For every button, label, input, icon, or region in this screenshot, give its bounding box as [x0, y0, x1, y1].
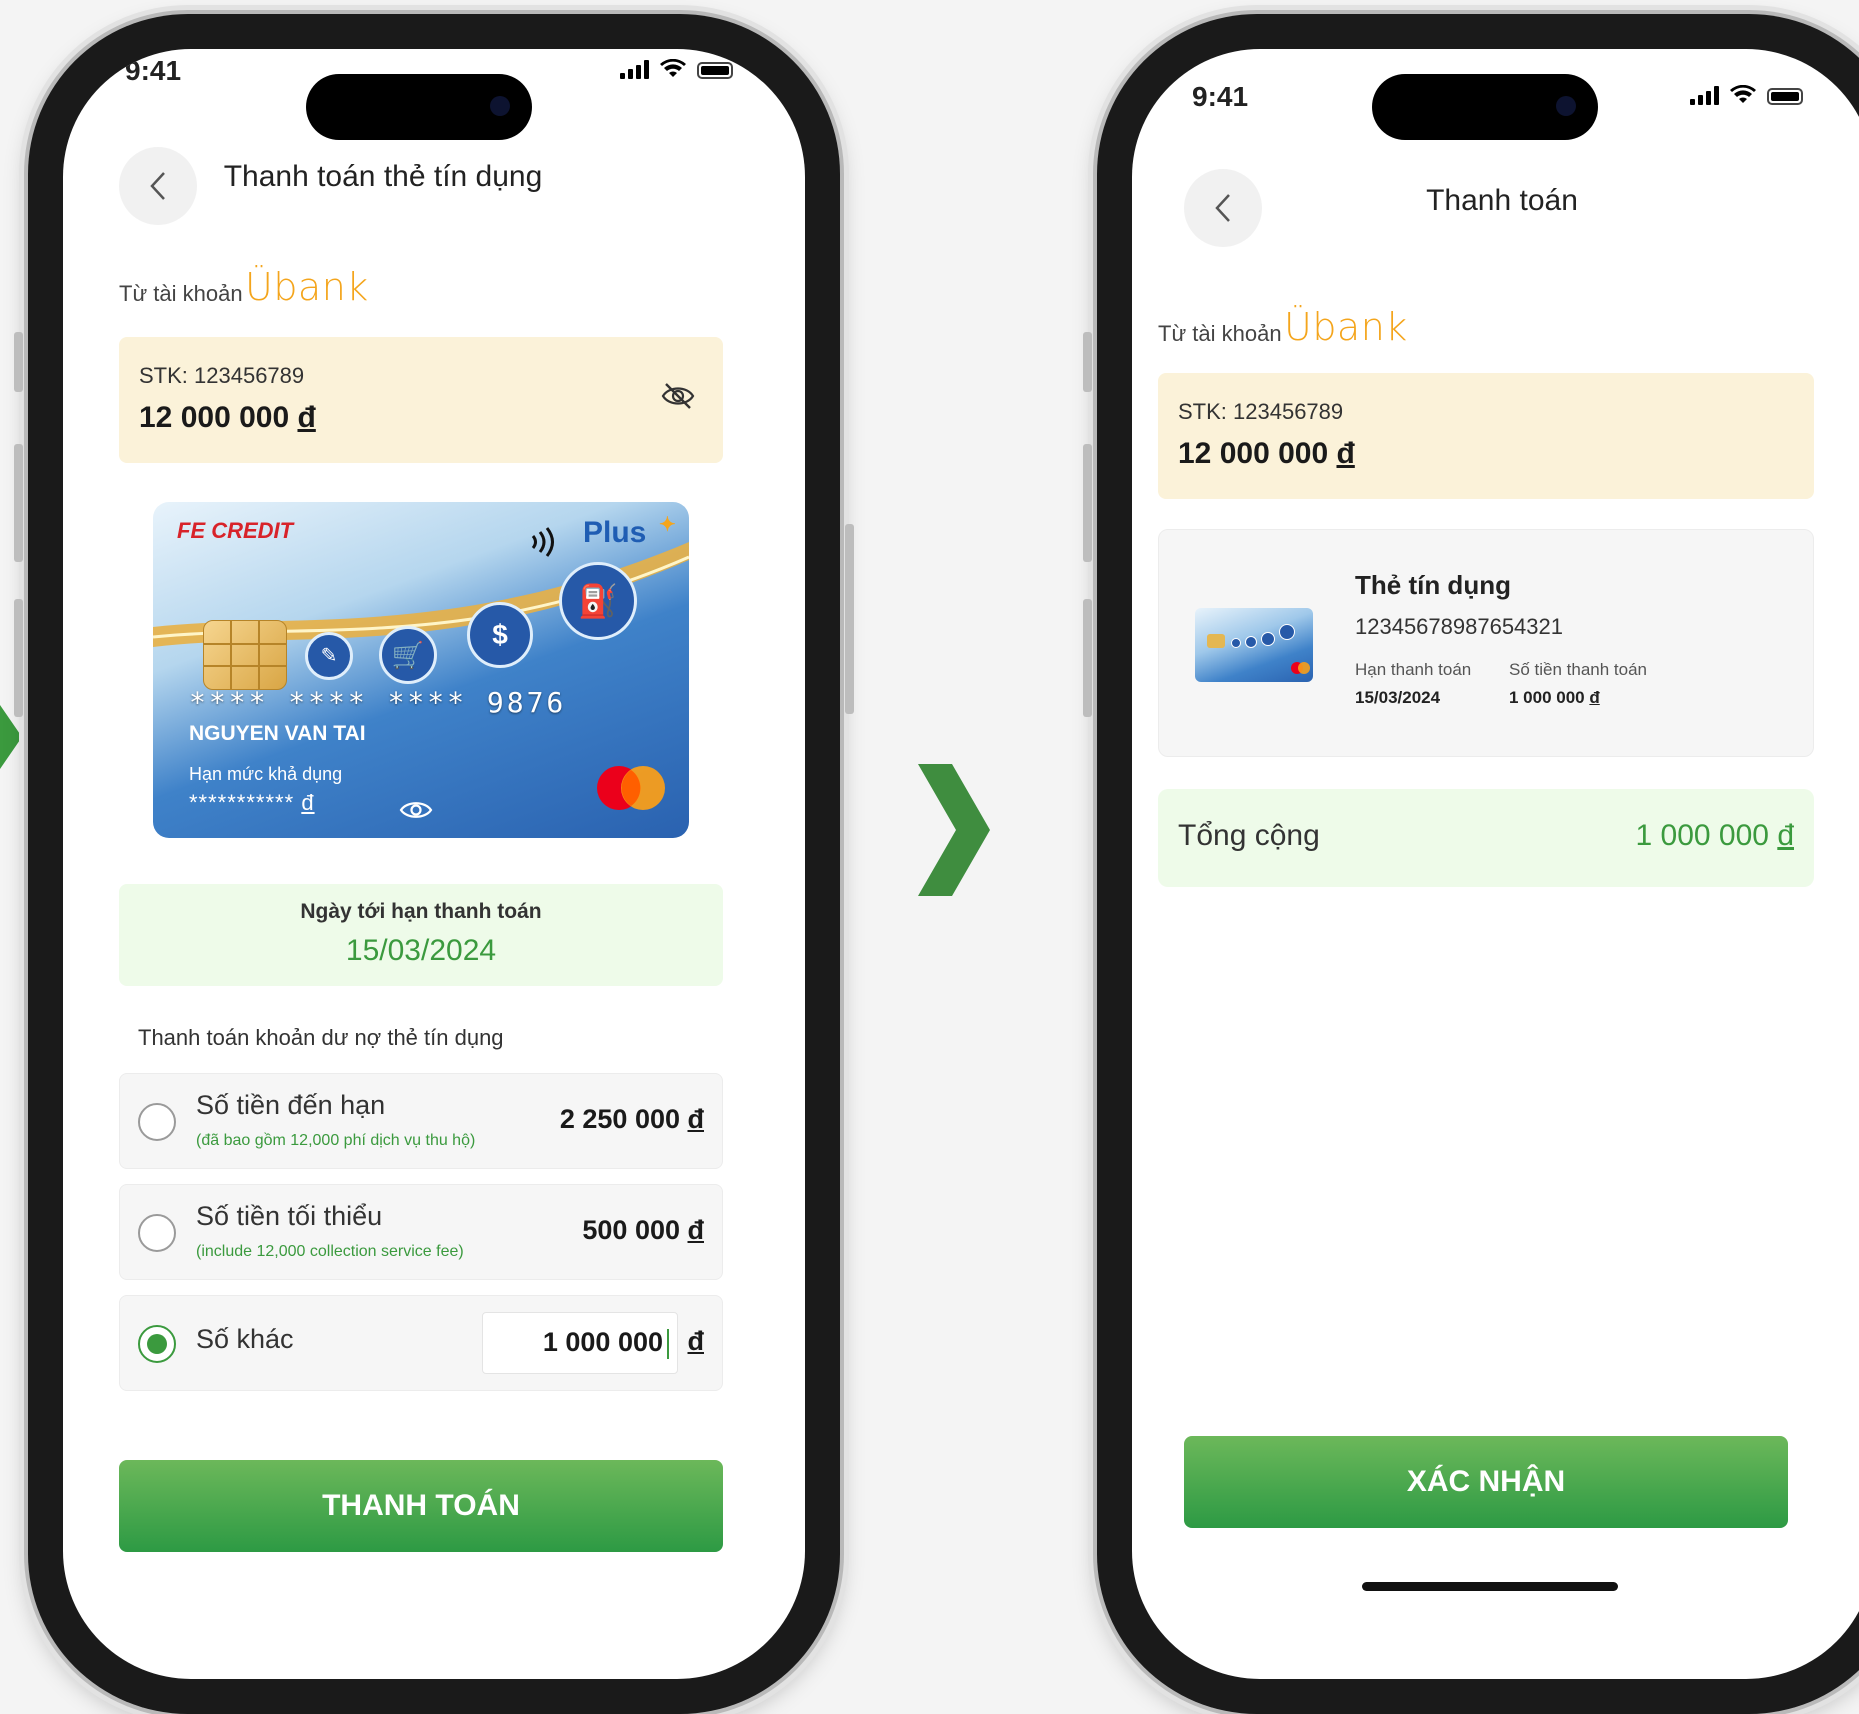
source-account-card: STK: 123456789 12 000 000 đ [1158, 373, 1814, 499]
back-button[interactable] [119, 147, 197, 225]
card-number: **** **** **** 9876 [189, 686, 567, 719]
account-balance: 12 000 000 đ [139, 401, 316, 434]
dynamic-island [1372, 74, 1598, 140]
screen-confirmation: 9:41 Thanh toán Từ tài khoản Übank STK: … [1132, 49, 1859, 1679]
summary-due-label: Hạn thanh toán [1355, 660, 1472, 679]
summary-title: Thẻ tín dụng [1355, 570, 1511, 600]
page-title: Thanh toán thẻ tín dụng [223, 160, 543, 193]
account-balance: 12 000 000 đ [1178, 437, 1355, 470]
total-box: Tổng cộng 1 000 000 đ [1158, 789, 1814, 887]
ubank-logo: Übank [245, 265, 369, 309]
dynamic-island [306, 74, 532, 140]
status-icons [1690, 85, 1803, 105]
pay-button[interactable]: THANH TOÁN [119, 1460, 723, 1552]
credit-card[interactable]: FE CREDIT Plus ✦ ✎ 🛒 $ ⛽ **** **** **** … [153, 502, 689, 838]
signal-icon [620, 59, 649, 79]
status-time: 9:41 [125, 55, 182, 86]
option-note: (đã bao gồm 12,000 phí dịch vụ thu hộ) [196, 1132, 476, 1149]
source-account-card[interactable]: STK: 123456789 12 000 000 đ [119, 337, 723, 463]
section-label: Thanh toán khoản dư nợ thẻ tín dụng [138, 1025, 504, 1050]
wifi-icon [660, 59, 686, 77]
limit-label: Hạn mức khả dụng [189, 764, 343, 784]
volume-up-button [1083, 444, 1092, 562]
summary-due-value: 15/03/2024 [1355, 688, 1441, 707]
home-indicator [1362, 1582, 1618, 1591]
power-button [845, 524, 854, 714]
status-icons [620, 59, 733, 79]
phone-frame-confirmation: 9:41 Thanh toán Từ tài khoản Übank STK: … [1083, 14, 1859, 1714]
other-amount-currency: đ [687, 1326, 705, 1356]
wifi-icon [1730, 85, 1756, 103]
battery-icon [697, 62, 733, 79]
next-arrow-icon [918, 764, 990, 896]
ubank-logo: Übank [1284, 305, 1408, 349]
card-holder: NGUYEN VAN TAI [189, 722, 366, 745]
option-label: Số khác [196, 1324, 294, 1354]
eye-icon[interactable] [399, 798, 433, 822]
phone-frame-payment-form: 9:41 Thanh toán thẻ tín dụng Từ tài khoả… [14, 14, 854, 1714]
mute-switch [14, 332, 23, 392]
confirm-button[interactable]: XÁC NHẬN [1184, 1436, 1788, 1528]
option-note: (include 12,000 collection service fee) [196, 1243, 464, 1260]
screen-payment-form: 9:41 Thanh toán thẻ tín dụng Từ tài khoả… [63, 49, 805, 1679]
account-number: STK: 123456789 [1178, 399, 1344, 424]
option-amount: 500 000 đ [582, 1215, 704, 1245]
option-min-amount[interactable]: Số tiền tối thiểu (include 12,000 collec… [119, 1184, 723, 1280]
account-number: STK: 123456789 [139, 363, 305, 388]
dollar-phone-icon: $ [467, 602, 533, 668]
option-label: Số tiền tối thiểu [196, 1201, 383, 1231]
limit-value: *********** đ [189, 790, 315, 815]
signal-icon [1690, 85, 1719, 105]
text-caret [667, 1329, 669, 1359]
volume-down-button [1083, 599, 1092, 717]
battery-icon [1767, 88, 1803, 105]
radio-min-amount[interactable] [138, 1214, 176, 1252]
radio-other-amount[interactable] [138, 1325, 176, 1363]
contactless-icon [531, 527, 554, 557]
other-amount-input[interactable]: 1 000 000 [482, 1312, 678, 1374]
volume-up-button [14, 444, 23, 562]
ticket-icon: ✎ [305, 632, 353, 680]
back-chevron-icon [150, 172, 165, 200]
from-account-label: Từ tài khoản [119, 281, 243, 306]
fuel-icon: ⛽ [559, 562, 637, 640]
option-due-amount[interactable]: Số tiền đến hạn (đã bao gồm 12,000 phí d… [119, 1073, 723, 1169]
due-date-label: Ngày tới hạn thanh toán [300, 900, 542, 923]
volume-down-button [14, 599, 23, 717]
summary-amount-label: Số tiền thanh toán [1509, 660, 1648, 679]
summary-amount-value: 1 000 000 đ [1509, 688, 1600, 707]
plus-sparkle-icon: ✦ [659, 514, 676, 536]
shopping-cart-icon: 🛒 [379, 626, 437, 684]
mute-switch [1083, 332, 1092, 392]
option-amount: 2 250 000 đ [559, 1104, 704, 1134]
eye-off-icon[interactable] [661, 381, 695, 411]
back-button[interactable] [1184, 169, 1262, 247]
page-title: Thanh toán [1426, 184, 1578, 217]
chip-icon [203, 620, 287, 690]
card-tier: Plus [583, 516, 647, 549]
from-account-label: Từ tài khoản [1158, 321, 1282, 346]
due-date-box: Ngày tới hạn thanh toán 15/03/2024 [119, 884, 723, 986]
total-label: Tổng cộng [1178, 819, 1320, 852]
back-chevron-icon [1215, 194, 1230, 222]
total-value: 1 000 000 đ [1635, 819, 1794, 852]
due-date-value: 15/03/2024 [345, 934, 497, 967]
summary-card-number: 12345678987654321 [1355, 614, 1564, 639]
option-label: Số tiền đến hạn [196, 1090, 386, 1120]
option-other-amount[interactable]: Số khác 1 000 000 đ [119, 1295, 723, 1391]
card-summary: Thẻ tín dụng 12345678987654321 Hạn thanh… [1158, 529, 1814, 757]
issuer-logo: FE CREDIT [177, 518, 294, 543]
radio-due-amount[interactable] [138, 1103, 176, 1141]
status-time: 9:41 [1192, 81, 1249, 112]
card-thumbnail [1195, 608, 1313, 682]
mastercard-logo [597, 766, 665, 810]
